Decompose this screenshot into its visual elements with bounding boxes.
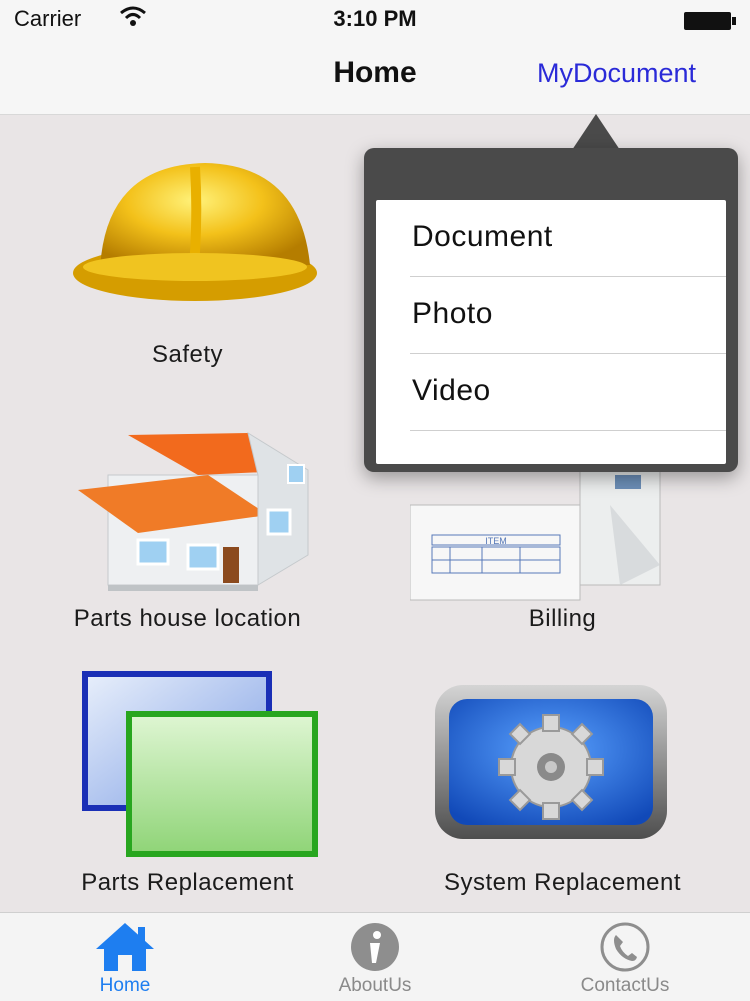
- grid-item-label: Safety: [151, 341, 224, 368]
- my-document-popover: Document Photo Video: [364, 148, 738, 472]
- status-bar: Carrier 3:10 PM: [0, 0, 750, 38]
- navigation-bar: Home MyDocument: [0, 38, 750, 115]
- svg-text:ITEM: ITEM: [485, 536, 507, 546]
- tab-contact-us[interactable]: ContactUs: [500, 913, 750, 1001]
- grid-item-safety[interactable]: Safety: [0, 115, 375, 395]
- grid-item-label: System Replacement: [443, 869, 682, 896]
- battery-icon: [684, 10, 736, 30]
- phone-icon: [600, 922, 650, 972]
- overlapping-squares-icon: [82, 671, 318, 857]
- popover-menu-list: Document Photo Video: [376, 200, 726, 464]
- menu-item-document[interactable]: Document: [376, 200, 726, 277]
- tab-home[interactable]: Home: [0, 913, 250, 1001]
- home-icon: [96, 923, 154, 971]
- menu-item-label: Video: [412, 374, 491, 407]
- gear-icon: [435, 685, 667, 839]
- tab-label: Home: [99, 975, 151, 996]
- grid-item-parts-replacement[interactable]: Parts Replacement: [0, 665, 375, 905]
- tab-bar: Home AboutUs ContactUs: [0, 912, 750, 1001]
- my-document-button[interactable]: MyDocument: [537, 58, 696, 89]
- grid-item-label: Billing: [528, 605, 597, 632]
- grid-item-label: Parts house location: [73, 605, 302, 632]
- grid-item-label: Parts Replacement: [81, 869, 294, 896]
- hard-hat-icon: [73, 163, 317, 301]
- menu-item-photo[interactable]: Photo: [376, 277, 726, 354]
- popover-arrow: [572, 114, 620, 150]
- house-icon: [78, 431, 309, 591]
- grid-item-parts-house-location[interactable]: Parts house location: [0, 405, 375, 645]
- grid-item-system-replacement[interactable]: System Replacement: [375, 665, 750, 905]
- tab-label: ContactUs: [580, 975, 670, 996]
- menu-divider: [410, 430, 726, 431]
- tab-label: AboutUs: [338, 975, 412, 996]
- info-icon: [351, 923, 399, 971]
- status-time: 3:10 PM: [333, 6, 417, 31]
- menu-item-label: Photo: [412, 297, 493, 330]
- menu-item-label: Document: [412, 220, 553, 253]
- menu-item-video[interactable]: Video: [376, 354, 726, 431]
- tab-about-us[interactable]: AboutUs: [250, 913, 500, 1001]
